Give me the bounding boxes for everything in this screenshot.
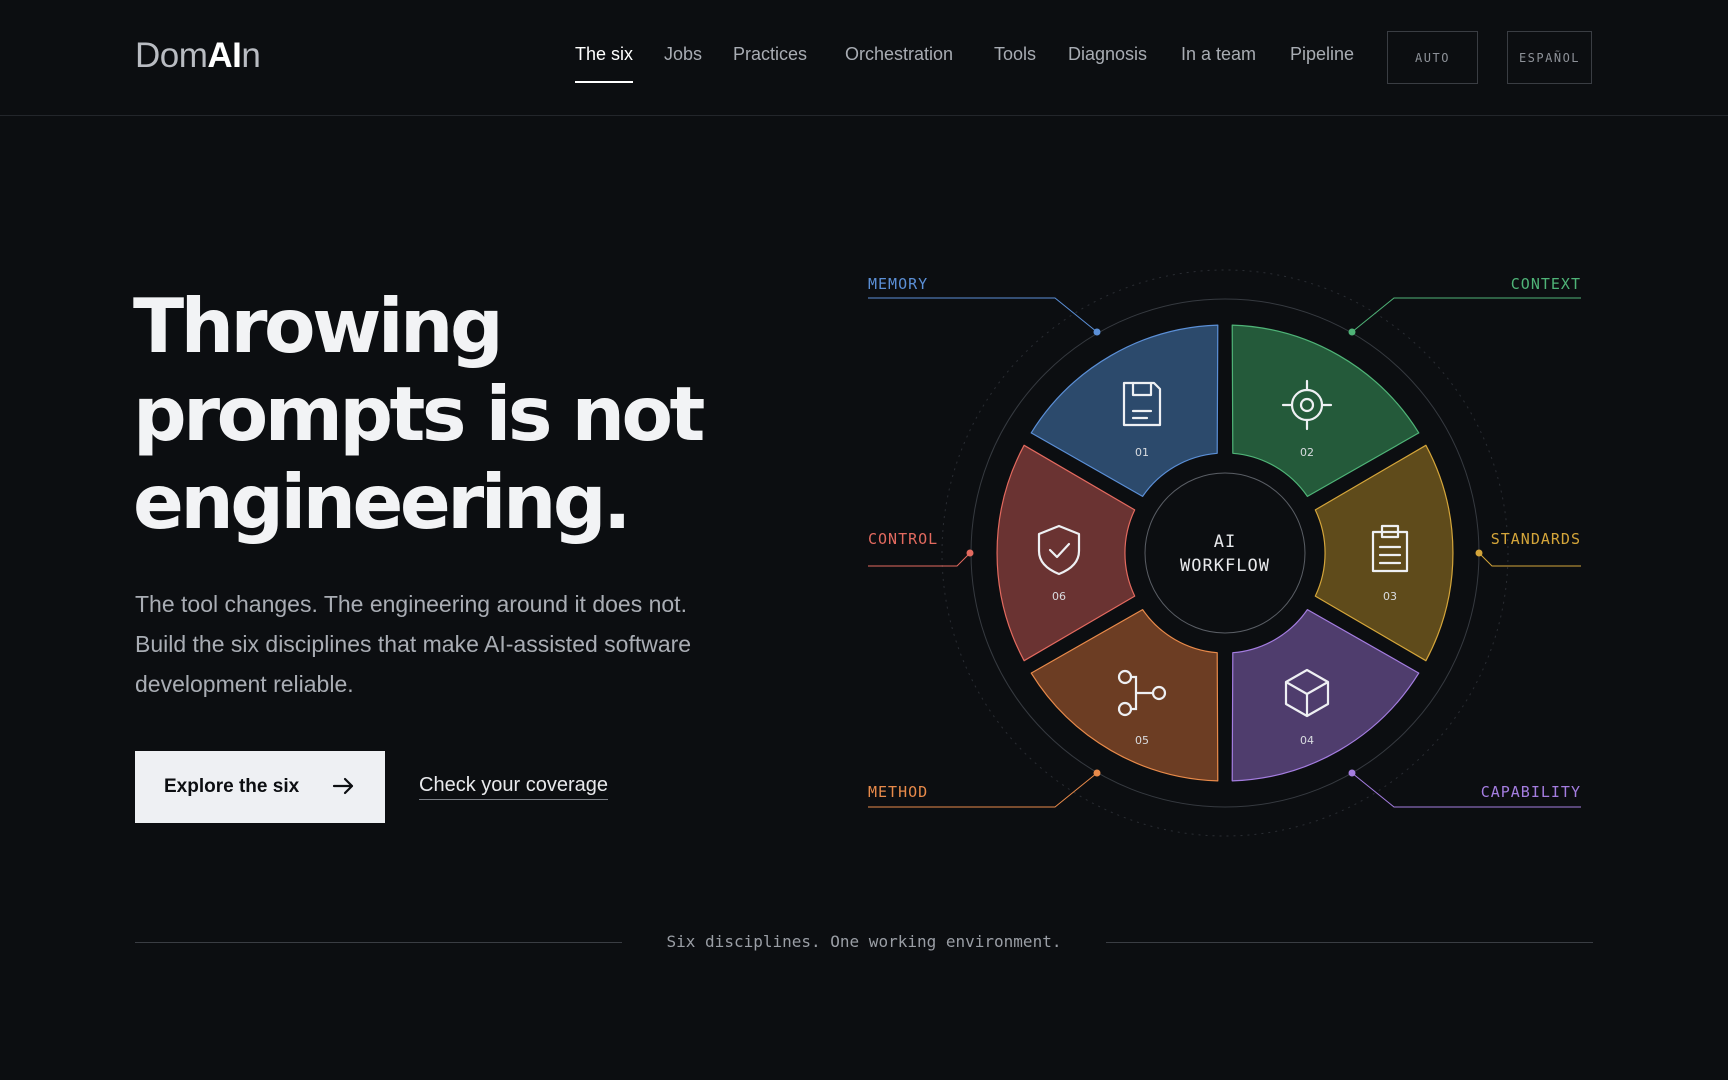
callout-standards: STANDARDS xyxy=(1475,530,1581,567)
disciplines-wheel: AI WORKFLOW 01 02 03 04 05 06 MEMORY CON… xyxy=(868,269,1581,837)
segment-03-number: 03 xyxy=(1383,590,1397,603)
callout-context: CONTEXT xyxy=(1348,275,1581,336)
center-label-line-2: WORKFLOW xyxy=(1180,556,1270,576)
footer-tagline: Six disciplines. One working environment… xyxy=(666,932,1062,951)
callout-control: CONTROL xyxy=(868,530,974,567)
label-control: CONTROL xyxy=(868,530,938,548)
segment-04-number: 04 xyxy=(1300,734,1314,747)
label-memory: MEMORY xyxy=(868,275,928,293)
label-method: METHOD xyxy=(868,783,928,801)
segment-05-number: 05 xyxy=(1135,734,1149,747)
label-capability: CAPABILITY xyxy=(1481,783,1581,801)
center-label-line-1: AI xyxy=(1214,532,1236,552)
label-context: CONTEXT xyxy=(1511,275,1581,293)
segment-06-number: 06 xyxy=(1052,590,1066,603)
callout-memory: MEMORY xyxy=(868,275,1101,336)
segment-01-number: 01 xyxy=(1135,446,1149,459)
center-circle xyxy=(1144,472,1306,634)
callout-method: METHOD xyxy=(868,769,1101,808)
callout-capability: CAPABILITY xyxy=(1348,769,1581,808)
label-standards: STANDARDS xyxy=(1491,530,1581,548)
segment-02-number: 02 xyxy=(1300,446,1314,459)
